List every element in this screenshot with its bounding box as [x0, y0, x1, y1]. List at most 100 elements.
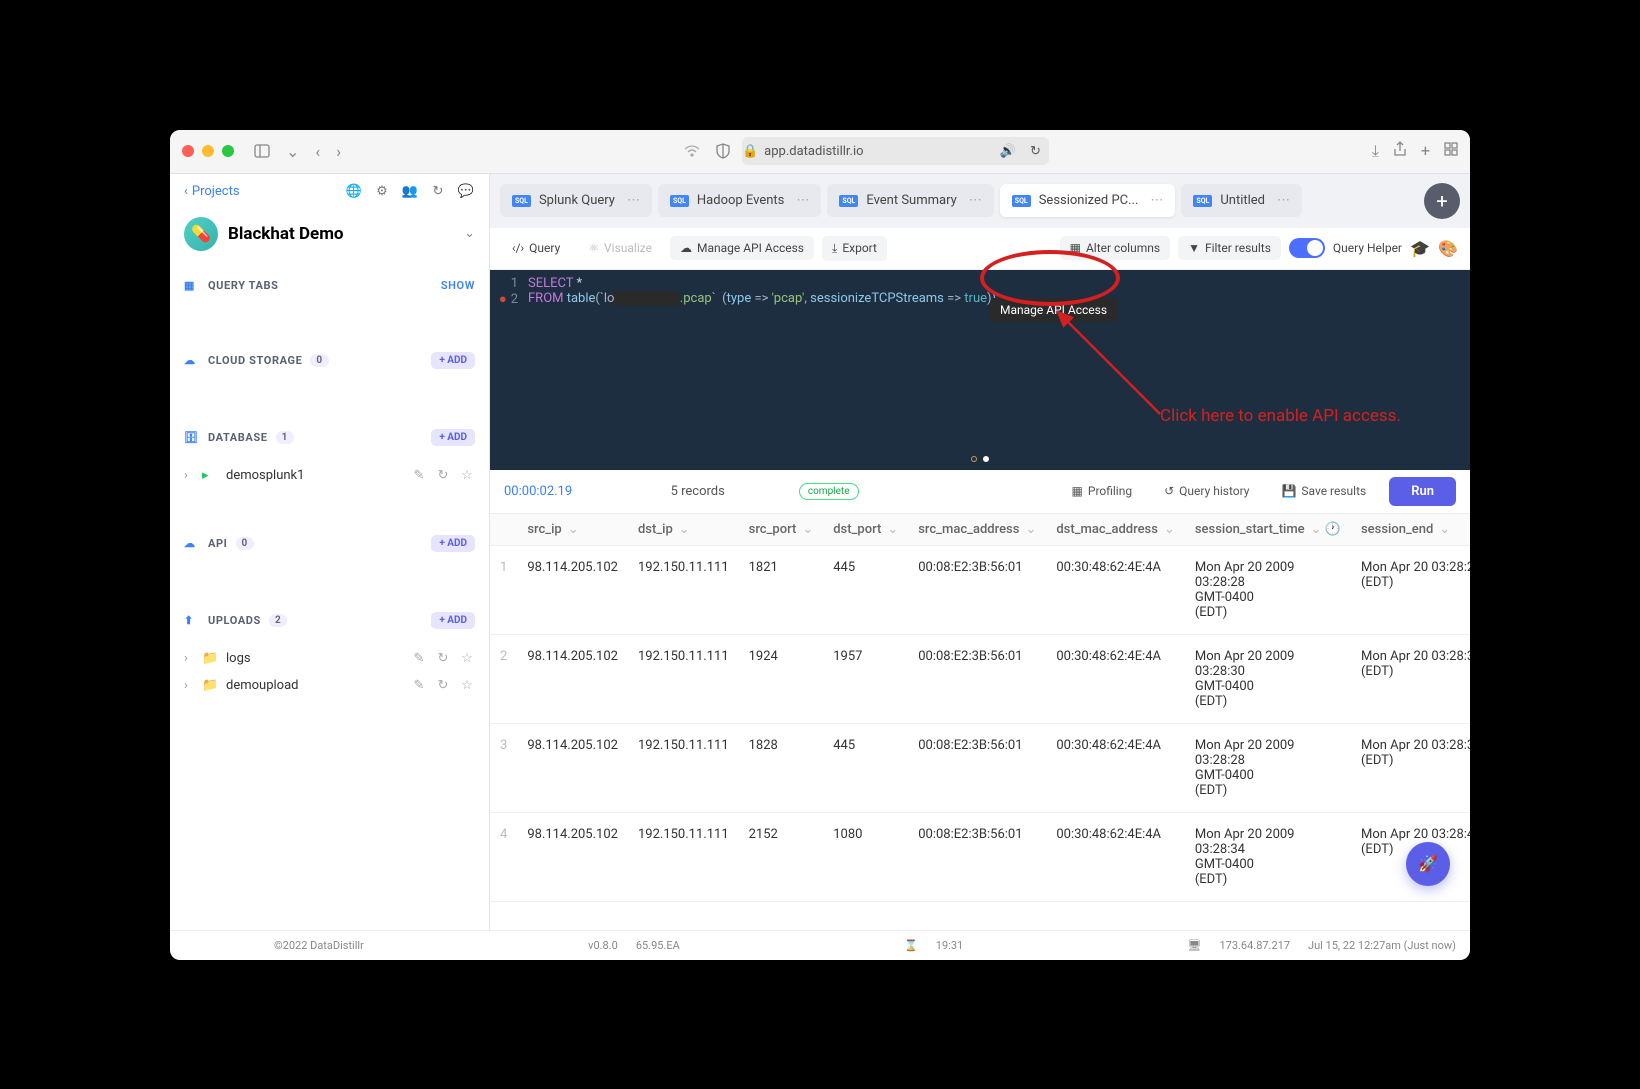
add-button[interactable]: + ADD — [431, 535, 475, 552]
tree-item[interactable]: ›▸demosplunk1✎↻☆ — [184, 462, 475, 489]
table-row: 198.114.205.102192.150.11.111182144500:0… — [490, 545, 1470, 634]
query-tab[interactable]: SQLUntitled⋯ — [1181, 184, 1302, 217]
table-cell: 98.114.205.102 — [517, 812, 628, 901]
close-icon[interactable] — [182, 145, 194, 157]
tab-menu-icon[interactable]: ⋯ — [627, 193, 640, 208]
table-cell: Mon Apr 20 03:28:33 G(EDT) — [1351, 723, 1470, 812]
column-header[interactable]: src_ip⌄ — [517, 514, 628, 546]
maximize-icon[interactable] — [222, 145, 234, 157]
palette-icon[interactable]: 🎨 — [1438, 239, 1458, 258]
sound-icon[interactable]: 🔊 — [1000, 144, 1016, 159]
globe-icon[interactable]: 🌐 — [345, 184, 363, 199]
results-table-wrap[interactable]: src_ip⌄dst_ip⌄src_port⌄dst_port⌄src_mac_… — [490, 514, 1470, 930]
toolbar: ‹/›Query ⚛Visualize ☁Manage API Access ⤓… — [490, 228, 1470, 270]
graduation-icon[interactable]: 🎓 — [1410, 239, 1430, 258]
columns-icon: ▦ — [1070, 241, 1081, 255]
refresh-icon[interactable]: ↻ — [429, 184, 447, 199]
table-cell: 2152 — [739, 812, 824, 901]
shield-icon[interactable] — [712, 139, 734, 163]
table-cell: 00:30:48:62:4E:4A — [1046, 545, 1185, 634]
clock-icon: 🕐 — [1325, 522, 1341, 537]
back-to-projects[interactable]: ‹Projects — [184, 184, 240, 199]
column-header[interactable]: dst_ip⌄ — [628, 514, 739, 546]
sort-icon: ⌄ — [1025, 522, 1036, 537]
url-bar[interactable]: 🔒 app.datadistillr.io 🔊 ↻ — [742, 137, 1049, 165]
refresh-icon[interactable]: ↻ — [435, 651, 451, 666]
edit-icon[interactable]: ✎ — [411, 651, 427, 666]
column-header[interactable]: session_end⌄ — [1351, 514, 1470, 546]
chevron-down-icon[interactable]: ⌄ — [282, 138, 303, 165]
reload-icon[interactable]: ↻ — [1030, 144, 1041, 159]
edit-icon[interactable]: ✎ — [411, 678, 427, 693]
sort-icon: ⌄ — [679, 522, 690, 537]
tab-menu-icon[interactable]: ⋯ — [969, 193, 982, 208]
helper-label: Query Helper — [1333, 241, 1402, 255]
column-header[interactable]: session_start_time⌄ 🕐 — [1185, 514, 1351, 546]
star-icon[interactable]: ☆ — [459, 651, 475, 666]
refresh-icon[interactable]: ↻ — [435, 678, 451, 693]
minimize-icon[interactable] — [202, 145, 214, 157]
tab-menu-icon[interactable]: ⋯ — [1150, 193, 1163, 208]
project-header[interactable]: 💊 Blackhat Demo ⌄ — [170, 209, 489, 269]
share-icon[interactable] — [1393, 141, 1407, 161]
column-header[interactable]: src_mac_address⌄ — [908, 514, 1046, 546]
table-cell: 98.114.205.102 — [517, 545, 628, 634]
sidebar-toggle-icon[interactable] — [250, 140, 274, 162]
users-icon[interactable]: 👥 — [401, 184, 419, 199]
alter-columns-button[interactable]: ▦Alter columns — [1060, 236, 1170, 260]
star-icon[interactable]: ☆ — [459, 468, 475, 483]
manage-api-button[interactable]: ☁Manage API Access — [670, 236, 814, 260]
refresh-icon[interactable]: ↻ — [435, 468, 451, 483]
query-button[interactable]: ‹/›Query — [502, 236, 570, 260]
star-icon[interactable]: ☆ — [459, 678, 475, 693]
download-icon[interactable]: ⤓ — [1372, 141, 1379, 161]
run-button[interactable]: Run — [1389, 477, 1456, 506]
table-cell: 192.150.11.111 — [628, 812, 739, 901]
forward-icon[interactable]: › — [332, 138, 345, 165]
tooltip: Manage API Access — [990, 298, 1117, 322]
status-bar: ©2022 DataDistillr v0.8.0 65.95.EA ⌛ 19:… — [170, 930, 1470, 960]
add-button[interactable]: + ADD — [431, 352, 475, 369]
tree-item[interactable]: ›📁demoupload✎↻☆ — [184, 672, 475, 699]
filter-button[interactable]: ▼Filter results — [1178, 236, 1281, 260]
export-button[interactable]: ⤓Export — [822, 236, 887, 261]
helper-toggle[interactable] — [1289, 238, 1325, 258]
history-button[interactable]: ↺Query history — [1155, 479, 1258, 503]
save-button[interactable]: 💾Save results — [1272, 479, 1375, 503]
comment-icon[interactable]: 💬 — [457, 184, 475, 199]
sql-icon: SQL — [839, 195, 858, 207]
new-tab-button[interactable]: + — [1424, 183, 1460, 219]
sliders-icon[interactable]: ⚙ — [373, 184, 391, 199]
column-header[interactable]: src_port⌄ — [739, 514, 824, 546]
visualize-button[interactable]: ⚛Visualize — [578, 236, 662, 260]
api-icon: ☁ — [680, 241, 692, 255]
table-cell: 192.150.11.111 — [628, 545, 739, 634]
add-button[interactable]: + ADD — [431, 612, 475, 629]
status-pill: complete — [799, 483, 859, 500]
sql-editor[interactable]: 1SELECT * 2FROM table(`log .pcap` (type … — [490, 270, 1470, 470]
sort-icon: ⌄ — [887, 522, 898, 537]
section-label: UPLOADS — [208, 614, 261, 627]
new-tab-icon[interactable]: + — [1421, 141, 1430, 161]
tree-item[interactable]: ›📁logs✎↻☆ — [184, 645, 475, 672]
exec-time: 00:00:02.19 — [504, 484, 572, 499]
titlebar: ⌄ ‹ › 🔒 app.datadistillr.io 🔊 ↻ ⤓ + — [170, 130, 1470, 174]
show-button[interactable]: SHOW — [441, 279, 475, 292]
tabs-icon: ▦ — [184, 279, 200, 292]
query-tab[interactable]: SQLSessionized PC...⋯ — [1000, 184, 1176, 217]
fab-button[interactable]: 🚀 — [1406, 842, 1450, 886]
chevron-right-icon: › — [184, 678, 194, 693]
back-icon[interactable]: ‹ — [311, 138, 324, 165]
profiling-button[interactable]: ▦Profiling — [1063, 479, 1142, 503]
add-button[interactable]: + ADD — [431, 429, 475, 446]
tabs-grid-icon[interactable] — [1444, 141, 1458, 161]
query-tab[interactable]: SQLSplunk Query⋯ — [500, 184, 652, 217]
column-header[interactable]: dst_port⌄ — [823, 514, 908, 546]
query-tab[interactable]: SQLEvent Summary⋯ — [827, 184, 993, 217]
query-tab[interactable]: SQLHadoop Events⋯ — [658, 184, 821, 217]
results-table: src_ip⌄dst_ip⌄src_port⌄dst_port⌄src_mac_… — [490, 514, 1470, 902]
column-header[interactable]: dst_mac_address⌄ — [1046, 514, 1185, 546]
tab-menu-icon[interactable]: ⋯ — [1277, 193, 1290, 208]
tab-menu-icon[interactable]: ⋯ — [796, 193, 809, 208]
edit-icon[interactable]: ✎ — [411, 468, 427, 483]
